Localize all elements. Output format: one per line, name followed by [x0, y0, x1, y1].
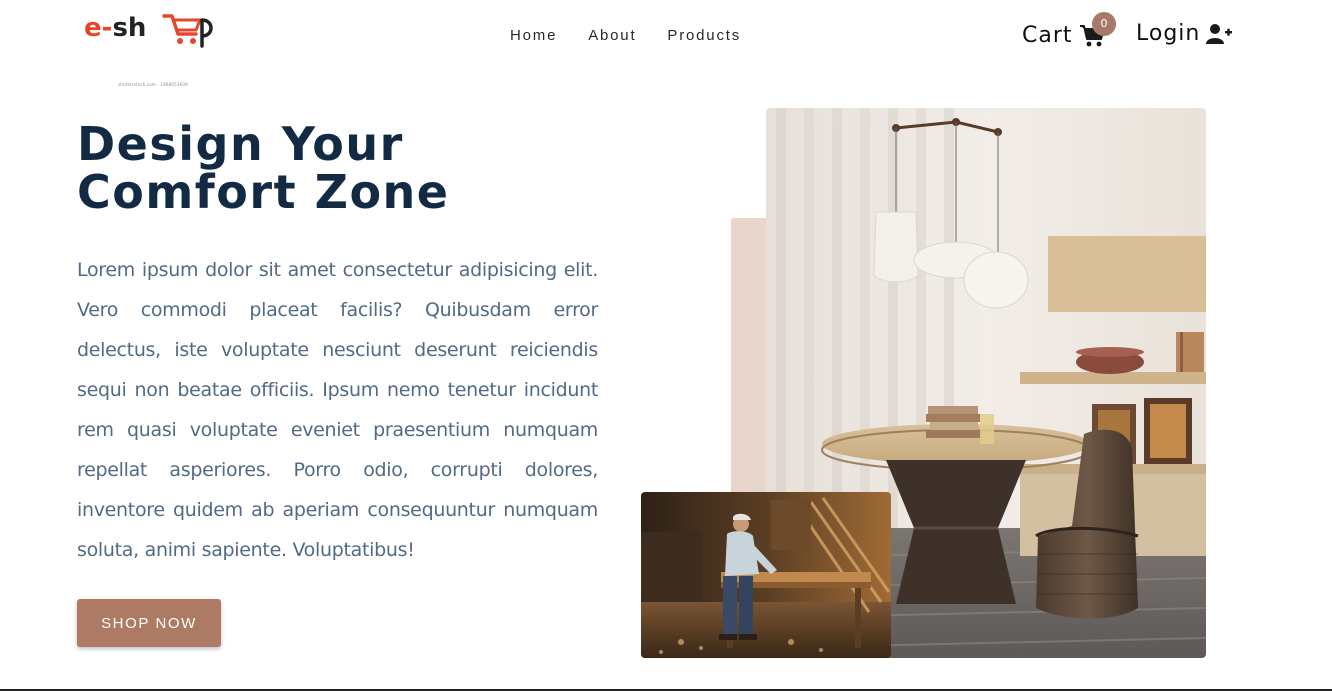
- hero-title: Design Your Comfort Zone: [77, 120, 497, 216]
- carpenter-workshop-photo: [641, 492, 891, 658]
- main-nav: Home About Products: [510, 26, 772, 46]
- user-plus-icon: [1206, 24, 1233, 44]
- watermark-text: shutterstock.com · 1968053609: [118, 82, 188, 87]
- hero-description: Lorem ipsum dolor sit amet consectetur a…: [77, 259, 598, 561]
- nav-products-link[interactable]: Products: [667, 26, 741, 46]
- cart-logo-icon: [162, 14, 213, 48]
- cart-label: Cart: [1022, 23, 1073, 48]
- logo-text: e-sh: [84, 12, 146, 44]
- login-button[interactable]: Login: [1136, 18, 1233, 50]
- nav-home-link[interactable]: Home: [510, 26, 557, 46]
- logo-text-e: e-: [84, 13, 113, 43]
- logo-text-sh: sh: [112, 13, 147, 43]
- cart-count-badge: 0: [1092, 12, 1116, 36]
- cart-button[interactable]: Cart 0: [1022, 12, 1116, 52]
- hero-title-line2: Comfort Zone: [77, 165, 450, 219]
- logo[interactable]: e-sh: [84, 8, 216, 48]
- shop-now-button[interactable]: SHOP NOW: [77, 599, 221, 647]
- nav-about-link[interactable]: About: [588, 26, 636, 46]
- workshop-illustration: [641, 492, 891, 658]
- hero-title-line1: Design Your: [77, 117, 404, 171]
- login-label: Login: [1136, 21, 1201, 46]
